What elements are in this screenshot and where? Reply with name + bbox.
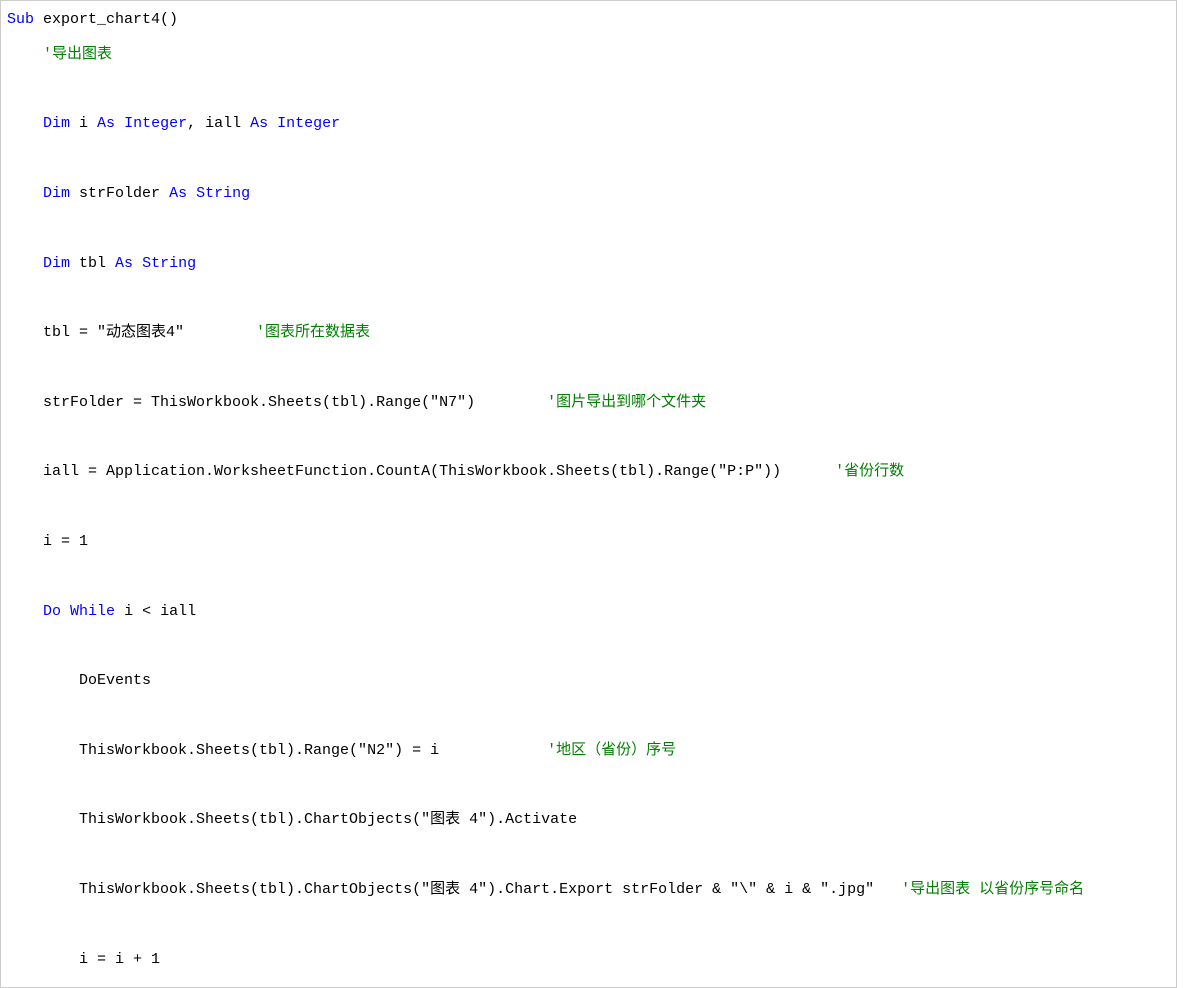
code-text: tbl [70, 255, 115, 272]
code-text [187, 185, 196, 202]
code-text: DoEvents [79, 672, 151, 689]
code-text: ThisWorkbook.Sheets(tbl).ChartObjects("图… [79, 811, 577, 828]
code-text: ThisWorkbook.Sheets(tbl).Range("N2") = i [79, 742, 547, 759]
keyword-string: String [142, 255, 196, 272]
code-container: Sub export_chart4() '导出图表 Dim i As Integ… [0, 0, 1177, 988]
keyword-as: As [250, 115, 268, 132]
code-text: , iall [187, 115, 250, 132]
keyword-dim: Dim [43, 115, 70, 132]
keyword-as: As [169, 185, 187, 202]
keyword-integer: Integer [277, 115, 340, 132]
keyword-do: Do [43, 603, 61, 620]
keyword-while: While [70, 603, 115, 620]
keyword-as: As [115, 255, 133, 272]
comment: '图表所在数据表 [256, 324, 370, 341]
code-text [61, 603, 70, 620]
code-text [268, 115, 277, 132]
code-text: ThisWorkbook.Sheets(tbl).ChartObjects("图… [79, 881, 901, 898]
comment: '图片导出到哪个文件夹 [547, 394, 706, 411]
keyword-dim: Dim [43, 185, 70, 202]
code-text [133, 255, 142, 272]
code-text: strFolder = ThisWorkbook.Sheets(tbl).Ran… [43, 394, 547, 411]
comment: '地区（省份）序号 [547, 742, 676, 759]
code-text: i = 1 [43, 533, 88, 550]
keyword-as: As [97, 115, 115, 132]
comment: '导出图表 [43, 46, 112, 63]
comment: '省份行数 [835, 463, 904, 480]
comment: '导出图表 以省份序号命名 [901, 881, 1084, 898]
keyword-dim: Dim [43, 255, 70, 272]
code-text: iall = Application.WorksheetFunction.Cou… [43, 463, 835, 480]
code-text: i [70, 115, 97, 132]
code-text: i = i + 1 [79, 951, 160, 968]
keyword-integer: Integer [124, 115, 187, 132]
code-text: export_chart4() [34, 11, 178, 28]
code-text: strFolder [70, 185, 169, 202]
code-text: tbl = "动态图表4" [43, 324, 256, 341]
code-text [115, 115, 124, 132]
keyword-string: String [196, 185, 250, 202]
keyword-sub: Sub [7, 11, 34, 28]
code-text: i < iall [115, 603, 196, 620]
